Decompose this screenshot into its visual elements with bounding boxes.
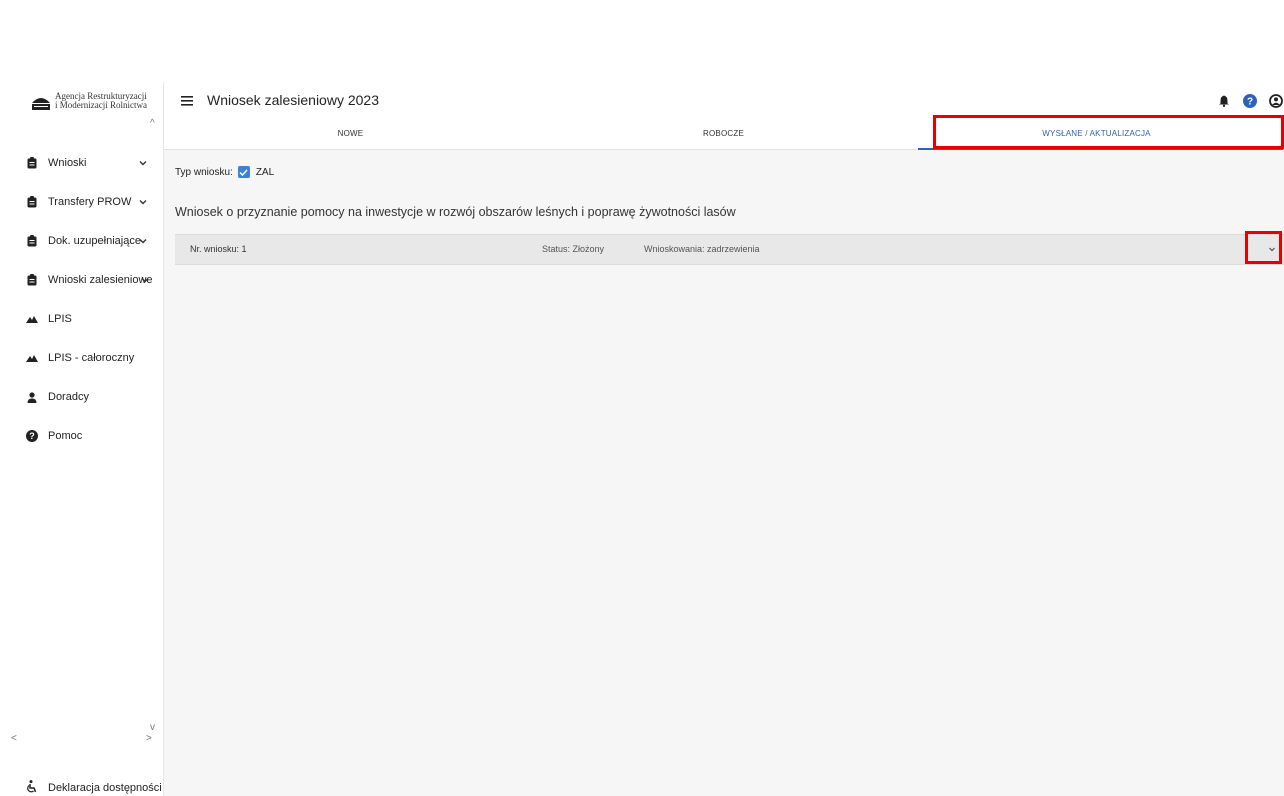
main-content: Typ wniosku: ZAL Wniosek o przyznanie po… <box>164 150 1284 796</box>
sidebar-item-label: LPIS - całoroczny <box>48 352 135 364</box>
logo-mark-icon <box>31 91 51 111</box>
clipboard-icon <box>26 235 38 247</box>
scroll-up-icon[interactable]: ^ <box>150 118 155 129</box>
chevron-down-icon <box>139 200 147 205</box>
page-title: Wniosek zalesieniowy 2023 <box>207 92 379 108</box>
type-filter: Typ wniosku: ZAL <box>175 166 274 178</box>
sidebar-item-doradcy[interactable]: Doradcy <box>0 387 160 407</box>
sidebar-item-label: Pomoc <box>48 430 83 442</box>
sidebar-item-label: LPIS <box>48 313 72 325</box>
person-icon <box>26 391 38 403</box>
sidebar-item-label: Wnioski <box>48 157 87 169</box>
sidebar-item-label: Transfery PROW <box>48 196 132 208</box>
sidebar-item-dok-uzupelniajace[interactable]: Dok. uzupełniające <box>0 231 160 251</box>
account-circle-icon[interactable] <box>1268 93 1284 109</box>
bell-icon[interactable] <box>1216 93 1232 109</box>
horizontal-scrollbar[interactable]: < > <box>0 733 162 747</box>
application-row[interactable]: Nr. wniosku: 1 Status: Złożony Wnioskowa… <box>175 234 1284 265</box>
sidebar-item-lpis-caloroczny[interactable]: LPIS - całoroczny <box>0 348 160 368</box>
tab-robocze[interactable]: ROBOCZE <box>537 118 910 149</box>
sidebar-item-wnioski-zalesieniowe[interactable]: Wnioski zalesieniowe <box>0 270 160 290</box>
zal-checkbox[interactable] <box>237 166 250 178</box>
arimr-logo[interactable]: Agencja Restrukturyzacji i Modernizacji … <box>31 91 147 111</box>
svg-text:?: ? <box>1247 97 1253 108</box>
sidebar: Agencja Restrukturyzacji i Modernizacji … <box>0 82 164 796</box>
clipboard-icon <box>26 274 38 286</box>
highlight-box-tab <box>933 115 1284 149</box>
application-status: Status: Złożony <box>542 244 605 254</box>
hamburger-menu-icon[interactable] <box>181 95 195 107</box>
application-number: Nr. wniosku: 1 <box>190 244 247 254</box>
footer-link-label: Deklaracja dostępności <box>48 782 162 794</box>
scroll-left-icon[interactable]: < <box>11 733 17 744</box>
sidebar-item-label: Wnioski zalesieniowe <box>48 274 153 286</box>
sidebar-item-pomoc[interactable]: ? Pomoc <box>0 426 160 446</box>
sidebar-item-label: Doradcy <box>48 391 89 403</box>
mountain-icon <box>26 352 38 364</box>
chevron-down-icon <box>139 161 147 166</box>
sidebar-item-wnioski[interactable]: Wnioski <box>0 153 160 173</box>
accessibility-icon <box>26 780 38 796</box>
mountain-icon <box>26 313 38 325</box>
filter-label: Typ wniosku: <box>175 166 233 178</box>
help-icon[interactable]: ? <box>1242 93 1258 109</box>
scroll-right-icon[interactable]: > <box>146 733 152 744</box>
sidebar-item-label: Dok. uzupełniające <box>48 235 141 247</box>
clipboard-icon <box>26 196 38 208</box>
chevron-down-icon <box>139 239 147 244</box>
sidebar-item-transfery-prow[interactable]: Transfery PROW <box>0 192 160 212</box>
chevron-down-icon <box>141 278 149 283</box>
highlight-box-expand <box>1245 231 1282 264</box>
sidebar-item-deklaracja-dostepnosci[interactable]: Deklaracja dostępności <box>0 780 162 796</box>
logo-line-2: i Modernizacji Rolnictwa <box>55 100 147 110</box>
check-icon <box>239 168 248 176</box>
top-bar: Wniosek zalesieniowy 2023 ? <box>164 82 1284 118</box>
filter-value: ZAL <box>255 166 275 178</box>
section-title: Wniosek o przyznanie pomocy na inwestycj… <box>175 205 736 219</box>
scroll-down-icon[interactable]: v <box>150 722 155 733</box>
clipboard-icon <box>26 157 38 169</box>
svg-text:?: ? <box>29 431 35 441</box>
tab-nowe[interactable]: NOWE <box>164 118 537 149</box>
application-requests: Wnioskowania: zadrzewienia <box>644 244 760 254</box>
sidebar-item-lpis[interactable]: LPIS <box>0 309 160 329</box>
help-circle-icon: ? <box>26 430 38 442</box>
